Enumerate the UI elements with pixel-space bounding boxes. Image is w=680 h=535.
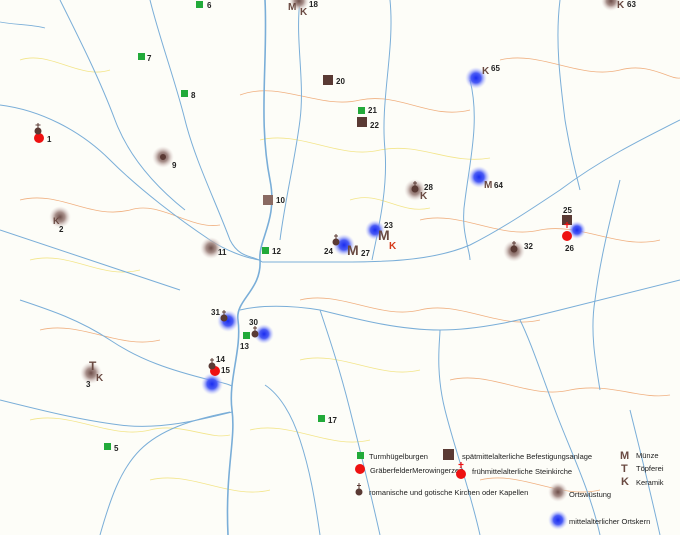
letter-m-27: M — [347, 242, 359, 258]
legend: Turmhügelburgen spätmittelalterliche Bef… — [355, 449, 664, 530]
kirche-14[interactable] — [208, 358, 216, 370]
label-24: 24 — [324, 247, 333, 256]
label-22: 22 — [370, 121, 379, 130]
letter-k-18: K — [300, 7, 308, 18]
label-32: 32 — [524, 242, 533, 251]
ortskern-layer — [201, 67, 586, 395]
legend-turm-symbol — [357, 452, 364, 459]
label-7: 7 — [147, 54, 152, 63]
befestigung-20[interactable] — [323, 75, 333, 85]
label-28: 28 — [424, 183, 433, 192]
ortskern-15[interactable] — [201, 373, 223, 395]
turmhuegel-layer — [104, 1, 365, 450]
label-65: 65 — [491, 64, 500, 73]
label-25: 25 — [563, 206, 572, 215]
turm-8[interactable] — [181, 90, 188, 97]
legend-befestigung-label: spätmittelalterliche Befestigungsanlage — [462, 452, 592, 461]
label-20: 20 — [336, 77, 345, 86]
label-31: 31 — [211, 308, 220, 317]
legend-wuestung-label: Ortswüstung — [569, 490, 611, 499]
label-26: 26 — [565, 244, 574, 253]
label-15: 15 — [221, 366, 230, 375]
site-labels: 6 7 8 1 9 2 11 12 10 18 20 21 22 63 65 6… — [47, 0, 636, 453]
legend-steinkirche-label: frühmittelalterliche Steinkirche — [472, 467, 572, 476]
letter-t-3: T — [89, 359, 97, 373]
graeber-26[interactable] — [562, 231, 572, 241]
legend-turm-label: Turmhügelburgen — [369, 452, 428, 461]
legend-befestigung-symbol — [443, 449, 454, 460]
legend-toepferei-label: Töpferei — [636, 464, 664, 473]
legend-keramik-symbol: K — [621, 476, 629, 488]
legend-kirchen-symbol — [355, 483, 363, 496]
legend-graeber-symbol — [355, 464, 365, 474]
label-27: 27 — [361, 249, 370, 258]
letter-k-65: K — [482, 66, 490, 77]
label-17: 17 — [328, 416, 337, 425]
legend-ortskern-symbol — [548, 510, 568, 530]
label-2: 2 — [59, 225, 64, 234]
turm-17[interactable] — [318, 415, 325, 422]
label-23: 23 — [384, 221, 393, 230]
graeber-layer — [34, 133, 572, 376]
kirchen-layer — [34, 123, 570, 370]
befestigung-10[interactable] — [263, 195, 273, 205]
label-64: 64 — [494, 181, 503, 190]
letter-k-28: K — [420, 191, 428, 202]
label-30: 30 — [249, 318, 258, 327]
befestigung-22[interactable] — [357, 117, 367, 127]
turm-13[interactable] — [243, 332, 250, 339]
legend-graeber-label: GräberfelderMerowingerzeit — [370, 466, 464, 475]
label-14: 14 — [216, 355, 225, 364]
label-9: 9 — [172, 161, 177, 170]
kirche-1[interactable] — [34, 123, 42, 135]
label-5: 5 — [114, 444, 119, 453]
legend-kirchen-label: romanische und gotische Kirchen oder Kap… — [369, 488, 528, 497]
turm-6[interactable] — [196, 1, 203, 8]
letter-k-63: K — [617, 0, 625, 11]
legend-muenze-symbol: M — [620, 450, 629, 462]
turm-5[interactable] — [104, 443, 111, 450]
label-6: 6 — [207, 1, 212, 10]
label-63: 63 — [627, 0, 636, 9]
letter-m-18: M — [288, 2, 296, 13]
turm-12[interactable] — [262, 247, 269, 254]
turm-21[interactable] — [358, 107, 365, 114]
label-3: 3 — [86, 380, 91, 389]
contour-lines — [19, 57, 680, 493]
graeber-1[interactable] — [34, 133, 44, 143]
legend-keramik-label: Keramik — [636, 478, 664, 487]
kirche-24[interactable] — [332, 234, 340, 246]
legend-toepferei-symbol: T — [621, 463, 628, 475]
label-11: 11 — [218, 248, 227, 257]
letter-k-23: K — [389, 241, 397, 252]
ortskern-31[interactable] — [217, 310, 239, 332]
legend-steinkirche-symbol — [456, 462, 466, 479]
map: K M K K K M K M K M T K 6 7 8 1 9 2 11 1… — [0, 0, 680, 535]
label-1: 1 — [47, 135, 52, 144]
kirche-9[interactable] — [160, 154, 166, 160]
label-21: 21 — [368, 106, 377, 115]
label-18: 18 — [309, 0, 318, 9]
legend-wuestung-symbol — [548, 482, 568, 502]
label-8: 8 — [191, 91, 196, 100]
ortswuestung-layer — [49, 0, 621, 384]
turm-7[interactable] — [138, 53, 145, 60]
legend-ortskern-label: mittelalterlicher Ortskern — [569, 517, 650, 526]
label-10: 10 — [276, 196, 285, 205]
map-canvas: K M K K K M K M K M T K 6 7 8 1 9 2 11 1… — [0, 0, 680, 535]
label-12: 12 — [272, 247, 281, 256]
letter-k-3: K — [96, 373, 104, 384]
letter-m-64: M — [484, 180, 492, 191]
label-13: 13 — [240, 342, 249, 351]
legend-muenze-label: Münze — [636, 451, 659, 460]
